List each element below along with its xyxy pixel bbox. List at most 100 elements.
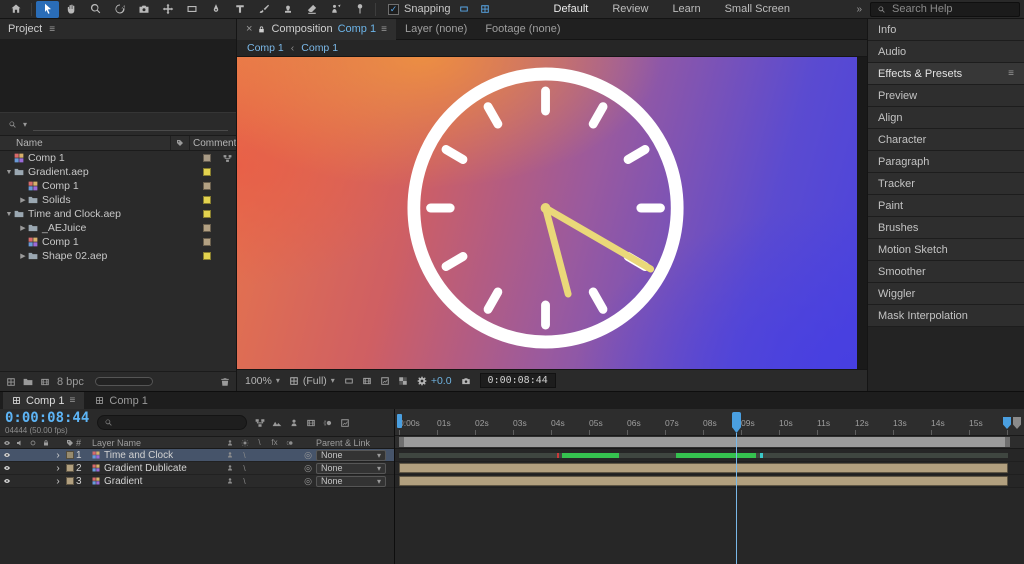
label-chip[interactable] bbox=[203, 196, 211, 204]
snapping-checkbox[interactable]: ✓ bbox=[388, 4, 399, 15]
project-item-aejuice[interactable]: ▶ _AEJuice bbox=[0, 221, 236, 235]
hide-shy-layers-button[interactable] bbox=[289, 418, 299, 428]
workspace-default[interactable]: Default bbox=[554, 3, 589, 15]
trash-icon[interactable] bbox=[220, 377, 230, 387]
layer-expander-icon[interactable]: › bbox=[52, 476, 64, 487]
playhead-line[interactable] bbox=[736, 433, 737, 564]
label-chip[interactable] bbox=[203, 154, 211, 162]
graph-editor-button[interactable] bbox=[340, 418, 350, 428]
project-item-comp1-child2[interactable]: Comp 1 bbox=[0, 235, 236, 249]
shy-switch-icon[interactable] bbox=[226, 439, 234, 447]
timeline-track-area[interactable]: 0:00s 01s 02s 03s 04s 05s 06s 07s 08s 09… bbox=[395, 409, 1024, 564]
audio-column-icon[interactable] bbox=[16, 439, 24, 447]
parent-select[interactable]: None▾ bbox=[316, 463, 386, 474]
breadcrumb-current-comp[interactable]: Comp 1 bbox=[301, 42, 338, 54]
track-time-and-clock[interactable] bbox=[395, 449, 1024, 462]
label-chip[interactable] bbox=[203, 252, 211, 260]
rectangle-tool[interactable] bbox=[180, 1, 203, 18]
expander-icon[interactable]: ▶ bbox=[18, 224, 28, 232]
panel-tab-mask-interpolation[interactable]: Mask Interpolation bbox=[868, 305, 1024, 327]
zoom-tool[interactable] bbox=[84, 1, 107, 18]
layer-label-chip[interactable] bbox=[66, 451, 74, 459]
comp-end-marker[interactable] bbox=[1003, 417, 1011, 429]
region-of-interest-button[interactable] bbox=[380, 376, 390, 386]
panel-tab-effects-presets[interactable]: Effects & Presets ≡ bbox=[868, 63, 1024, 85]
layer-expander-icon[interactable]: › bbox=[52, 463, 64, 474]
eye-icon[interactable] bbox=[3, 464, 11, 472]
pen-tool[interactable] bbox=[204, 1, 227, 18]
current-timecode[interactable]: 0:00:08:44 bbox=[5, 410, 89, 426]
layer-row-gradient-dublicate[interactable]: › 2 Gradient Dublicate \ ◎ None▾ bbox=[0, 462, 394, 475]
resolution-select[interactable]: (Full) ▾ bbox=[289, 375, 335, 387]
snap-option-2-button[interactable] bbox=[477, 2, 493, 16]
project-item-time-and-clock-aep[interactable]: ▼ Time and Clock.aep bbox=[0, 207, 236, 221]
column-name[interactable]: Name bbox=[0, 138, 170, 149]
panel-menu-icon[interactable]: ≡ bbox=[49, 24, 55, 35]
label-chip[interactable] bbox=[203, 224, 211, 232]
layer-bar[interactable] bbox=[399, 453, 1008, 458]
layer-row-gradient[interactable]: › 3 Gradient \ ◎ None▾ bbox=[0, 475, 394, 488]
tab-composition-comp1[interactable]: × Composition Comp 1 ≡ bbox=[237, 19, 396, 40]
pan-behind-tool[interactable] bbox=[156, 1, 179, 18]
label-chip[interactable] bbox=[203, 238, 211, 246]
track-gradient[interactable] bbox=[395, 475, 1024, 488]
parent-select[interactable]: None▾ bbox=[316, 476, 386, 487]
parent-select[interactable]: None▾ bbox=[316, 450, 386, 461]
eye-icon[interactable] bbox=[3, 451, 11, 459]
fx-switch-icon[interactable]: fx bbox=[267, 438, 282, 447]
panel-tab-brushes[interactable]: Brushes bbox=[868, 217, 1024, 239]
search-help-field[interactable]: Search Help bbox=[870, 2, 1020, 17]
composition-flowchart-button[interactable] bbox=[255, 418, 265, 428]
project-search-input[interactable] bbox=[33, 118, 228, 131]
tab-layer-none[interactable]: Layer (none) bbox=[396, 19, 476, 40]
shy-toggle-icon[interactable] bbox=[226, 464, 234, 472]
expander-icon[interactable]: ▼ bbox=[4, 169, 14, 176]
panel-menu-icon[interactable]: ≡ bbox=[381, 24, 387, 35]
column-parent-link[interactable]: Parent & Link bbox=[316, 438, 394, 448]
project-footer-slider[interactable] bbox=[95, 377, 153, 386]
column-comment[interactable]: Comment bbox=[190, 138, 236, 149]
label-chip[interactable] bbox=[203, 210, 211, 218]
mask-visibility-button[interactable] bbox=[362, 376, 372, 386]
project-item-solids[interactable]: ▶ Solids bbox=[0, 193, 236, 207]
pickwhip-icon[interactable]: ◎ bbox=[300, 476, 316, 487]
lock-column-icon[interactable] bbox=[42, 439, 50, 447]
orbit-camera-tool[interactable] bbox=[108, 1, 131, 18]
snapshot-camera-button[interactable] bbox=[461, 376, 471, 386]
layer-label-chip[interactable] bbox=[66, 477, 74, 485]
work-area-bar[interactable] bbox=[395, 436, 1024, 449]
snap-option-1-button[interactable] bbox=[456, 2, 472, 16]
track-gradient-dublicate[interactable] bbox=[395, 462, 1024, 475]
timeline-search-input[interactable] bbox=[97, 415, 247, 430]
panel-tab-character[interactable]: Character bbox=[868, 129, 1024, 151]
draft-3d-button[interactable] bbox=[272, 418, 282, 428]
shy-toggle-icon[interactable] bbox=[226, 477, 234, 485]
selection-tool[interactable] bbox=[36, 1, 59, 18]
work-area-end-handle[interactable] bbox=[1005, 437, 1010, 447]
solo-column-icon[interactable] bbox=[29, 439, 37, 447]
label-chip[interactable] bbox=[203, 168, 211, 176]
quality-toggle-icon[interactable]: \ bbox=[237, 451, 252, 460]
workspace-learn[interactable]: Learn bbox=[672, 3, 700, 15]
expander-icon[interactable]: ▶ bbox=[18, 252, 28, 260]
new-composition-icon[interactable] bbox=[40, 377, 50, 387]
eraser-tool[interactable] bbox=[300, 1, 323, 18]
panel-tab-smoother[interactable]: Smoother bbox=[868, 261, 1024, 283]
layer-row-time-and-clock[interactable]: › 1 Time and Clock \ ◎ None▾ bbox=[0, 449, 394, 462]
label-column-icon[interactable] bbox=[66, 439, 74, 447]
panel-tab-align[interactable]: Align bbox=[868, 107, 1024, 129]
motion-blur-button[interactable] bbox=[323, 418, 333, 428]
panel-tab-preview[interactable]: Preview bbox=[868, 85, 1024, 107]
panel-tab-motion-sketch[interactable]: Motion Sketch bbox=[868, 239, 1024, 261]
camera-tool[interactable] bbox=[132, 1, 155, 18]
motion-blur-switch-icon[interactable] bbox=[286, 439, 294, 447]
transparency-grid-button[interactable] bbox=[398, 376, 408, 386]
panel-tab-tracker[interactable]: Tracker bbox=[868, 173, 1024, 195]
preview-timecode[interactable]: 0:00:08:44 bbox=[480, 373, 556, 388]
project-item-comp1[interactable]: Comp 1 bbox=[0, 151, 236, 165]
panel-tab-wiggler[interactable]: Wiggler bbox=[868, 283, 1024, 305]
eye-icon[interactable] bbox=[3, 477, 11, 485]
layer-bar[interactable] bbox=[399, 476, 1008, 486]
interpret-footage-icon[interactable] bbox=[6, 377, 16, 387]
clone-stamp-tool[interactable] bbox=[276, 1, 299, 18]
